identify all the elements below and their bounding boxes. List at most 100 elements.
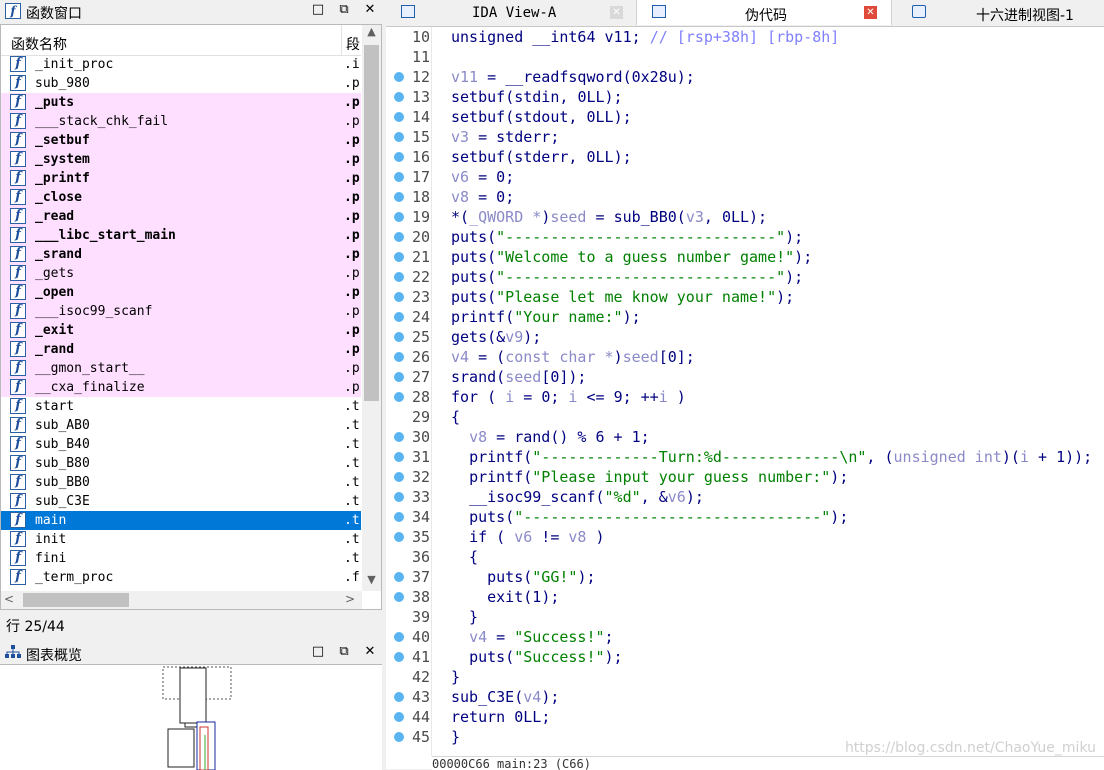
function-row[interactable]: f start .t: [1, 397, 361, 416]
code-line[interactable]: 14 setbuf(stdout, 0LL);: [386, 107, 1104, 127]
scroll-down-icon[interactable]: ▼: [362, 573, 381, 591]
code-line[interactable]: 37 puts("GG!");: [386, 567, 1104, 587]
code-line[interactable]: 19 *(_QWORD *)seed = sub_BB0(v3, 0LL);: [386, 207, 1104, 227]
function-row[interactable]: f main .t: [1, 511, 361, 530]
function-row[interactable]: f sub_980 .p: [1, 74, 361, 93]
code-line[interactable]: 15 v3 = stderr;: [386, 127, 1104, 147]
tab-pseudocode[interactable]: 伪代码 ✕: [637, 0, 892, 25]
function-row[interactable]: f _term_proc .f: [1, 568, 361, 587]
code-line[interactable]: 10 unsigned __int64 v11; // [rsp+38h] [rb…: [386, 27, 1104, 47]
float-window-icon[interactable]: ⧉: [337, 644, 351, 659]
code-line[interactable]: 26 v4 = (const char *)seed[0];: [386, 347, 1104, 367]
column-header-segment[interactable]: 段: [346, 34, 360, 54]
code-line[interactable]: 43 sub_C3E(v4);: [386, 687, 1104, 707]
function-row[interactable]: f ___isoc99_scanf .p: [1, 302, 361, 321]
function-row[interactable]: f ___stack_chk_fail .p: [1, 112, 361, 131]
code-line[interactable]: 34 puts("-------------------------------…: [386, 507, 1104, 527]
code-line[interactable]: 31 printf("-------------Turn:%d---------…: [386, 447, 1104, 467]
code-line[interactable]: 36 {: [386, 547, 1104, 567]
code-token: ,: [559, 88, 578, 106]
code-line[interactable]: 22 puts("------------------------------")…: [386, 267, 1104, 287]
tab-hex-view[interactable]: 十六进制视图-1: [892, 0, 1104, 25]
code-token: , &: [640, 488, 668, 506]
minimize-icon[interactable]: □: [311, 644, 325, 659]
function-row[interactable]: f _puts .p: [1, 93, 361, 112]
function-row[interactable]: f sub_B40 .t: [1, 435, 361, 454]
function-row[interactable]: f _printf .p: [1, 169, 361, 188]
function-row[interactable]: f sub_BB0 .t: [1, 473, 361, 492]
graph-overview-canvas[interactable]: [0, 664, 382, 770]
code-line[interactable]: 39 }: [386, 607, 1104, 627]
column-header-function-name[interactable]: 函数名称: [11, 34, 67, 54]
code-line[interactable]: 27 srand(seed[0]);: [386, 367, 1104, 387]
code-line[interactable]: 20 puts("------------------------------")…: [386, 227, 1104, 247]
close-icon[interactable]: ✕: [363, 2, 377, 17]
code-line[interactable]: 32 printf("Please input your guess numbe…: [386, 467, 1104, 487]
function-icon: f: [10, 132, 26, 148]
function-row[interactable]: f _exit .p: [1, 321, 361, 340]
scroll-right-icon[interactable]: >: [345, 592, 355, 606]
close-icon[interactable]: ✕: [363, 644, 377, 659]
code-line[interactable]: 16 setbuf(stderr, 0LL);: [386, 147, 1104, 167]
function-segment: .t: [344, 532, 360, 547]
code-token: () %: [550, 428, 596, 446]
function-row[interactable]: f _init_proc .i: [1, 55, 361, 74]
code-token: unsigned __int64: [451, 28, 605, 46]
scrollbar-thumb[interactable]: [23, 593, 129, 607]
function-row[interactable]: f __gmon_start__ .p: [1, 359, 361, 378]
code-line[interactable]: 42}: [386, 667, 1104, 687]
code-line[interactable]: 25 gets(&v9);: [386, 327, 1104, 347]
function-row[interactable]: f _gets .p: [1, 264, 361, 283]
line-number: 36: [411, 548, 430, 566]
code-line[interactable]: 38 exit(1);: [386, 587, 1104, 607]
code-line[interactable]: 21 puts("Welcome to a guess number game!"…: [386, 247, 1104, 267]
function-row[interactable]: f _close .p: [1, 188, 361, 207]
code-line[interactable]: 35 if ( v6 != v8 ): [386, 527, 1104, 547]
code-line[interactable]: 23 puts("Please let me know your name!");: [386, 287, 1104, 307]
function-row[interactable]: f sub_B80 .t: [1, 454, 361, 473]
tab-close-icon[interactable]: ✕: [864, 6, 877, 19]
code-line[interactable]: 44 return 0LL;: [386, 707, 1104, 727]
column-divider[interactable]: [341, 25, 342, 55]
function-row[interactable]: f ___libc_start_main .p: [1, 226, 361, 245]
minimize-icon[interactable]: □: [311, 2, 325, 17]
code-line[interactable]: 13 setbuf(stdin, 0LL);: [386, 87, 1104, 107]
code-line[interactable]: 33 __isoc99_scanf("%d", &v6);: [386, 487, 1104, 507]
scrollbar-thumb[interactable]: [364, 45, 379, 401]
code-line[interactable]: 29 {: [386, 407, 1104, 427]
code-line[interactable]: 30 v8 = rand() % 6 + 1;: [386, 427, 1104, 447]
functions-horizontal-scrollbar[interactable]: < >: [1, 591, 362, 609]
function-icon: f: [10, 284, 26, 300]
function-row[interactable]: f _open .p: [1, 283, 361, 302]
code-line[interactable]: 18 v8 = 0;: [386, 187, 1104, 207]
code-token: =: [469, 128, 497, 146]
code-line[interactable]: 28 for ( i = 0; i <= 9; ++i ): [386, 387, 1104, 407]
functions-vertical-scrollbar[interactable]: ▲ ▼: [362, 25, 381, 591]
function-row[interactable]: f sub_C3E .t: [1, 492, 361, 511]
function-row[interactable]: f _system .p: [1, 150, 361, 169]
code-line[interactable]: 24 printf("Your name:");: [386, 307, 1104, 327]
code-token: if: [469, 528, 488, 546]
function-row[interactable]: f _rand .p: [1, 340, 361, 359]
code-line[interactable]: 11: [386, 47, 1104, 67]
function-row[interactable]: f __cxa_finalize .p: [1, 378, 361, 397]
float-window-icon[interactable]: ⧉: [337, 2, 351, 17]
code-line[interactable]: 12 v11 = __readfsqword(0x28u);: [386, 67, 1104, 87]
function-row[interactable]: f fini .t: [1, 549, 361, 568]
function-row[interactable]: f sub_AB0 .t: [1, 416, 361, 435]
code-token: v6: [451, 168, 470, 186]
tab-close-icon[interactable]: ✕: [610, 6, 623, 19]
function-row[interactable]: f _read .p: [1, 207, 361, 226]
code-line[interactable]: 40 v4 = "Success!";: [386, 627, 1104, 647]
function-name: sub_AB0: [35, 418, 90, 433]
function-row[interactable]: f _srand .p: [1, 245, 361, 264]
code-line[interactable]: 17 v6 = 0;: [386, 167, 1104, 187]
tab-ida-view-a[interactable]: IDA View-A ✕: [386, 0, 637, 25]
code-line[interactable]: 41 puts("Success!");: [386, 647, 1104, 667]
pseudocode-view[interactable]: 10 unsigned __int64 v11; // [rsp+38h] [rb…: [386, 27, 1104, 756]
scroll-left-icon[interactable]: <: [4, 592, 14, 606]
code-token: = (: [469, 348, 506, 366]
scroll-up-icon[interactable]: ▲: [362, 25, 381, 43]
function-row[interactable]: f init .t: [1, 530, 361, 549]
function-row[interactable]: f _setbuf .p: [1, 131, 361, 150]
